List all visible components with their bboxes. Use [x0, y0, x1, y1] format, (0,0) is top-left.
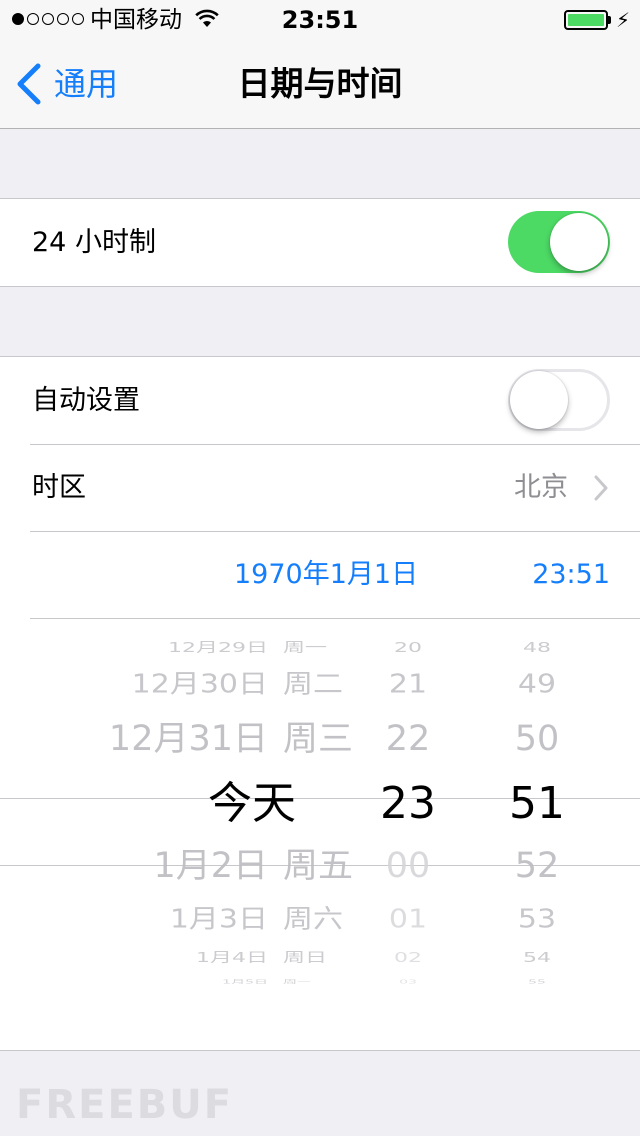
row-24-hour-label: 24 小时制 — [32, 227, 156, 258]
picker-hour: 03 — [399, 979, 417, 985]
row-auto-set-label: 自动设置 — [32, 385, 140, 416]
picker-minute: 52 — [514, 846, 560, 886]
picker-minute: 53 — [517, 904, 557, 935]
toggle-auto-set[interactable] — [508, 369, 610, 431]
picker-hour: 21 — [388, 669, 428, 700]
picker-date: 1月4日 — [196, 949, 268, 966]
picker-hour: 00 — [385, 846, 431, 886]
toggle-24-hour[interactable] — [508, 211, 610, 273]
picker-minute: 54 — [523, 949, 551, 966]
navigation-bar: 通用 日期与时间 — [0, 40, 640, 129]
picker-weekday: 周二 — [283, 669, 343, 700]
current-date[interactable]: 1970年1月1日 — [234, 531, 418, 618]
row-timezone-value: 北京 — [514, 472, 568, 503]
picker-weekday: 周三 — [283, 719, 354, 759]
picker-row[interactable]: 12月30日 周二 21 49 — [0, 670, 640, 701]
row-timezone-label: 时区 — [32, 472, 86, 503]
row-current-date-time[interactable]: 1970年1月1日 23:51 — [0, 531, 640, 618]
picker-date: 1月2日 — [153, 846, 268, 886]
picker-hour: 22 — [385, 719, 431, 759]
picker-date: 今天 — [208, 777, 296, 829]
picker-hour: 23 — [380, 777, 436, 829]
picker-row[interactable]: 1月4日 周日 02 54 — [0, 950, 640, 966]
picker-hour: 20 — [394, 639, 422, 656]
picker-date: 1月3日 — [169, 904, 268, 935]
picker-row-selected[interactable]: 今天 23 51 — [0, 778, 640, 831]
picker-minute: 55 — [528, 979, 546, 985]
picker-date: 1月5日 — [222, 979, 268, 985]
picker-date: 12月31日 — [108, 719, 268, 759]
page-title: 日期与时间 — [237, 64, 403, 103]
current-time[interactable]: 23:51 — [532, 531, 610, 618]
status-bar: 中国移动 23:51 ⚡ — [0, 0, 640, 40]
picker-weekday: 周一 — [283, 639, 328, 656]
date-time-picker[interactable]: 12月28日周日194712月29日周一204812月30日周二214912月3… — [0, 618, 640, 1050]
group-time-format: 24 小时制 — [0, 198, 640, 287]
picker-weekday: 周六 — [283, 904, 343, 935]
picker-hour: 02 — [394, 949, 422, 966]
picker-minute: 50 — [514, 719, 560, 759]
picker-row[interactable]: 1月3日 周六 01 53 — [0, 905, 640, 936]
group-date-time: 自动设置 时区 北京 1970年1月1日 23:51 12月28日周日19471… — [0, 356, 640, 1051]
row-timezone[interactable]: 时区 北京 — [0, 444, 640, 531]
battery-nub — [608, 16, 611, 24]
chevron-right-icon — [594, 475, 608, 501]
picker-minute: 49 — [517, 669, 557, 700]
status-time: 23:51 — [281, 6, 359, 34]
picker-row[interactable]: 1月2日 周五 00 52 — [0, 845, 640, 886]
picker-hour: 01 — [388, 904, 428, 935]
picker-date: 12月29日 — [168, 639, 268, 656]
battery-icon — [564, 10, 608, 30]
picker-minute: 51 — [509, 777, 565, 829]
picker-weekday: 周五 — [283, 846, 354, 886]
charging-icon: ⚡ — [616, 8, 631, 32]
picker-weekday: 周日 — [283, 949, 328, 966]
picker-row[interactable]: 12月31日 周三 22 50 — [0, 718, 640, 759]
picker-weekday: 周一 — [283, 979, 311, 985]
picker-date: 12月30日 — [131, 669, 268, 700]
watermark: FREEBUF — [16, 1082, 234, 1128]
row-auto-set: 自动设置 — [0, 357, 640, 444]
picker-minute: 48 — [523, 639, 551, 656]
picker-row[interactable]: 1月5日 周一 03 55 — [0, 979, 640, 985]
picker-row[interactable]: 12月29日 周一 20 48 — [0, 640, 640, 656]
row-24-hour: 24 小时制 — [0, 199, 640, 286]
